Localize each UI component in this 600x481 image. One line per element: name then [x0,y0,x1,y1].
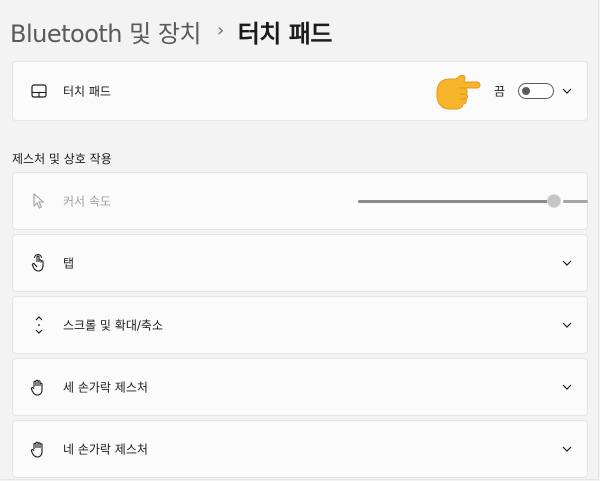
slider-track-fill [358,200,549,203]
chevron-down-icon[interactable] [561,319,573,331]
chevron-down-icon[interactable] [561,443,573,455]
slider-thumb[interactable] [547,194,561,208]
four-finger-hand-icon [30,440,48,458]
cursor-icon [30,192,48,210]
slider-track-rest [563,200,588,203]
tap-hand-icon [30,254,48,272]
page-title: 터치 패드 [237,19,333,48]
row-scroll-zoom[interactable]: 스크롤 및 확대/축소 [12,296,588,354]
breadcrumb-separator: › [217,19,224,41]
breadcrumb-parent-link[interactable]: Bluetooth 및 장치 [10,14,202,49]
cursor-speed-slider[interactable] [358,192,588,210]
cursor-speed-label: 커서 속도 [63,194,111,209]
row-three-finger[interactable]: 세 손가락 제스처 [12,358,588,416]
touchpad-card[interactable]: 터치 패드 끔 [12,61,588,121]
row-label: 세 손가락 제스처 [63,380,148,395]
row-label: 스크롤 및 확대/축소 [63,318,163,333]
touchpad-toggle[interactable] [518,83,554,99]
pointing-hand-emoji-icon [436,74,481,110]
row-label: 네 손가락 제스처 [63,442,148,457]
row-four-finger[interactable]: 네 손가락 제스처 [12,420,588,478]
cursor-speed-card: 커서 속도 [12,172,588,230]
breadcrumb: Bluetooth 및 장치 › 터치 패드 [10,14,332,48]
chevron-down-icon[interactable] [561,381,573,393]
row-label: 탭 [63,256,75,271]
toggle-state-label: 끔 [494,84,506,99]
chevron-down-icon[interactable] [561,85,573,97]
toggle-knob [522,87,530,95]
section-title: 제스처 및 상호 작용 [12,152,112,166]
three-finger-hand-icon [30,378,48,396]
touchpad-label: 터치 패드 [63,84,111,99]
row-tap[interactable]: 탭 [12,234,588,292]
touchpad-icon [30,82,48,100]
scroll-arrows-icon [30,316,48,334]
chevron-down-icon[interactable] [561,257,573,269]
